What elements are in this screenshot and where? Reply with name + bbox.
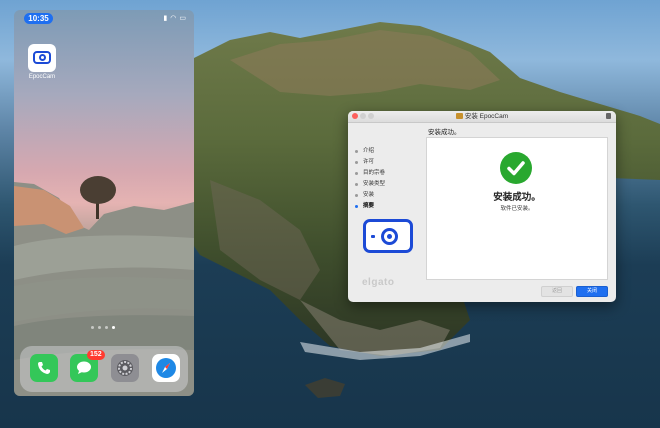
installer-steps: 介绍 许可 目的宗卷 安装类型 安装 摘要 — [355, 146, 385, 212]
logo-dash — [371, 235, 375, 238]
elgato-logo: elgato — [362, 277, 395, 288]
battery-icon: ▭ — [179, 15, 186, 22]
wifi-icon: ◠ — [170, 15, 177, 22]
camera-lens — [39, 54, 46, 61]
settings-app[interactable] — [111, 354, 139, 382]
step-item-active: 摘要 — [355, 201, 385, 212]
logo-lens — [381, 228, 398, 245]
success-check-icon — [500, 152, 532, 184]
status-time: 10:35 — [24, 13, 53, 24]
title-bar[interactable]: 安装 EpocCam — [348, 111, 616, 123]
epoccam-app-icon[interactable] — [28, 44, 56, 72]
messages-badge: 152 — [87, 350, 105, 360]
package-icon — [455, 113, 463, 119]
safari-app[interactable] — [152, 354, 180, 382]
epoccam-app-label: EpocCam — [28, 74, 56, 80]
step-item: 许可 — [355, 157, 385, 168]
success-subtitle: 软件已安装。 — [500, 206, 534, 212]
iphone-screen: 10:35 ▮ ◠ ▭ EpocCam 152 — [14, 10, 194, 396]
epoccam-logo-icon — [363, 219, 413, 253]
dock: 152 — [20, 346, 188, 392]
page-dot — [91, 326, 94, 329]
checkmark-icon — [507, 161, 525, 176]
content-panel: 安装成功。 软件已安装。 — [426, 137, 608, 280]
step-item: 安装类型 — [355, 179, 385, 190]
lock-icon — [606, 113, 611, 119]
step-item: 目的宗卷 — [355, 168, 385, 179]
page-indicator[interactable] — [91, 326, 115, 329]
step-item: 安装 — [355, 190, 385, 201]
messages-app[interactable]: 152 — [70, 350, 105, 382]
back-button[interactable]: 返回 — [541, 286, 573, 297]
close-button[interactable]: 关闭 — [576, 286, 608, 297]
messages-icon — [77, 361, 91, 374]
phone-icon — [38, 362, 50, 374]
window-title-text: 安装 EpocCam — [464, 113, 509, 120]
status-icons: ▮ ◠ ▭ — [163, 14, 186, 22]
installer-window: 安装 EpocCam 安装成功。 介绍 许可 目的宗卷 安装类型 安装 摘要 e… — [348, 111, 616, 302]
compass-icon — [156, 358, 176, 378]
gear-icon — [117, 360, 133, 376]
step-item: 介绍 — [355, 146, 385, 157]
success-title: 安装成功。 — [493, 192, 541, 203]
window-title: 安装 EpocCam — [348, 111, 616, 122]
page-dot — [105, 326, 108, 329]
page-dot — [98, 326, 101, 329]
page-dot-active — [112, 326, 115, 329]
phone-app[interactable] — [30, 354, 58, 382]
signal-icon: ▮ — [163, 15, 168, 22]
page-heading: 安装成功。 — [428, 129, 461, 136]
